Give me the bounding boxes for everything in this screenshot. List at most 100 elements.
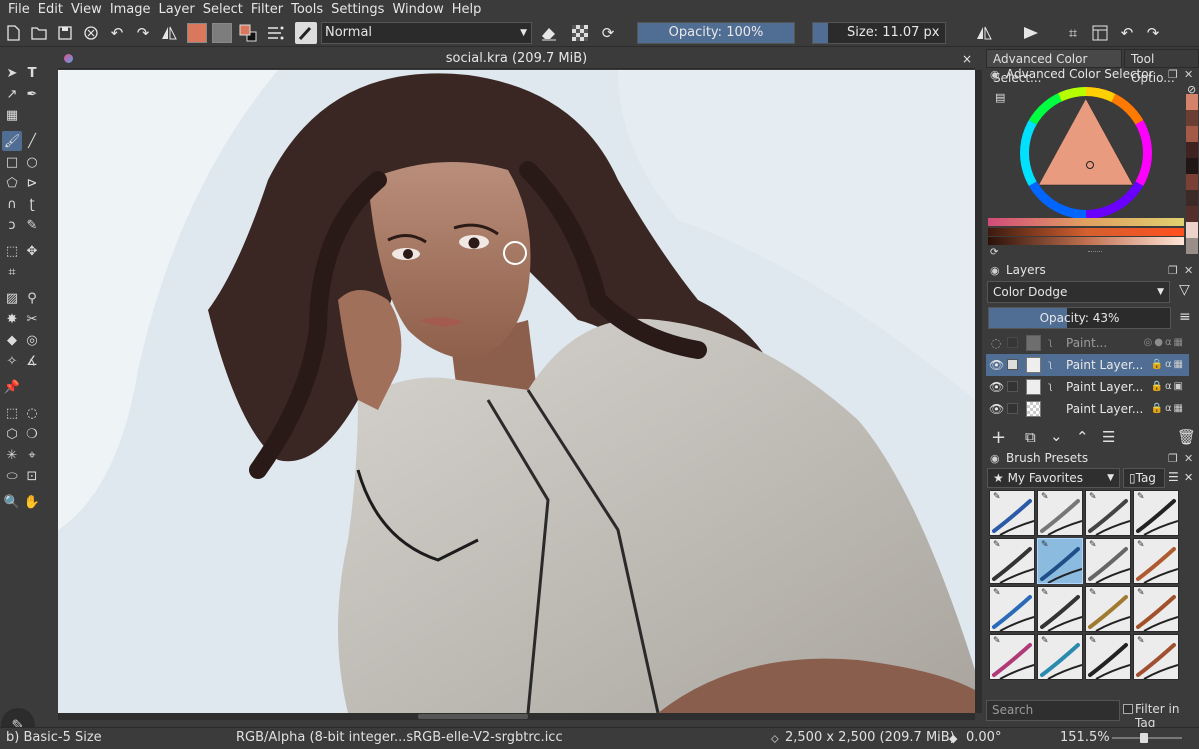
float-icon[interactable]: ❐	[1168, 450, 1178, 467]
layer-properties-icon[interactable]: ☰	[1102, 428, 1115, 446]
crop-tool-icon[interactable]: ⌗	[2, 262, 22, 282]
size-slider[interactable]: Size: 11.07 px	[812, 22, 946, 44]
resize-grip[interactable]	[1088, 251, 1102, 253]
menu-image[interactable]: Image	[106, 0, 155, 19]
filter-in-tag-checkbox[interactable]	[1123, 704, 1133, 714]
document-tab[interactable]: social.kra (209.7 MiB) ×	[58, 49, 975, 69]
elliptical-selection-tool-icon[interactable]: ◌	[22, 403, 42, 423]
contiguous-selection-tool-icon[interactable]: ✳	[2, 445, 22, 465]
brush-preset-thumbnail[interactable]: ✎	[1037, 586, 1083, 632]
brush-preset-thumbnail[interactable]: ✎	[1085, 490, 1131, 536]
layer-checkbox[interactable]	[1007, 381, 1018, 392]
brush-preset-thumbnail[interactable]: ✎	[1037, 634, 1083, 680]
layer-row[interactable]: ◌ ʅ Paint... ◎●α▦	[986, 332, 1189, 354]
hue-slider[interactable]	[988, 218, 1184, 226]
menu-settings[interactable]: Settings	[327, 0, 388, 19]
brush-preset-thumbnail[interactable]: ✎	[989, 538, 1035, 584]
polyline-tool-icon[interactable]: ⊳	[22, 173, 42, 193]
menu-filter[interactable]: Filter	[247, 0, 287, 19]
reload-preset-icon[interactable]: ⟳	[597, 22, 619, 44]
move-layer-down-icon[interactable]: ⌄	[1050, 427, 1063, 445]
text-tool-icon[interactable]: T	[22, 63, 42, 83]
hamburger-menu-icon[interactable]: ≡	[1179, 309, 1191, 325]
visible-eye-icon[interactable]: 👁	[989, 354, 1004, 376]
pattern-swatch[interactable]	[212, 23, 232, 43]
recent-color-swatch[interactable]	[1186, 126, 1198, 142]
horizontal-mirror-icon[interactable]	[973, 22, 995, 44]
rectangle-tool-icon[interactable]: □	[2, 152, 22, 172]
layer-properties-icons[interactable]: 🔒α▦	[1151, 354, 1186, 376]
layer-row[interactable]: 👁 Paint Layer... 🔒α▦	[986, 398, 1189, 420]
magnetic-selection-tool-icon[interactable]: ⊡	[22, 466, 42, 486]
layer-properties-icons[interactable]: 🔒α▣	[1151, 376, 1186, 398]
smart-patch-tool-icon[interactable]: ✂	[22, 309, 42, 329]
calligraphy-tool-icon[interactable]: ✒	[22, 84, 42, 104]
visible-eye-icon[interactable]: 👁	[989, 376, 1004, 398]
gradient-tool-icon[interactable]: ▨	[2, 288, 22, 308]
freehand-brush-tool-icon[interactable]: 🖌	[2, 131, 22, 151]
close-document-icon[interactable]: ×	[962, 49, 972, 69]
undo-icon-right[interactable]: ↶	[1116, 22, 1138, 44]
gradient-swatch[interactable]	[187, 23, 207, 43]
bezier-tool-icon[interactable]: ∩	[2, 194, 22, 214]
layer-row[interactable]: 👁 ʅ Paint Layer... 🔒α▣	[986, 376, 1189, 398]
dynamic-brush-tool-icon[interactable]: ↄ	[2, 215, 22, 235]
workspace-icon[interactable]	[1089, 22, 1111, 44]
layer-properties-icons[interactable]: 🔒α▦	[1151, 398, 1186, 420]
recent-color-swatch[interactable]	[1186, 222, 1198, 238]
zoom-slider-handle[interactable]	[1140, 733, 1148, 743]
brush-preset-thumbnail[interactable]: ✎	[1085, 538, 1131, 584]
color-wheel[interactable]	[1018, 85, 1154, 221]
assistant-tool-icon[interactable]: ▦	[2, 105, 22, 125]
reload-icon[interactable]	[80, 22, 102, 44]
freehand-selection-tool-icon[interactable]: ❍	[22, 424, 42, 444]
fill-tool-icon[interactable]: ◆	[2, 330, 22, 350]
recent-color-swatch[interactable]	[1186, 190, 1198, 206]
edit-brush-settings-icon[interactable]	[265, 22, 287, 44]
brush-preset-thumbnail[interactable]: ✎	[1133, 538, 1179, 584]
transform-tool-icon[interactable]: ⬚	[2, 241, 22, 261]
brush-preset-thumbnail[interactable]: ✎	[989, 586, 1035, 632]
close-icon[interactable]: ✕	[1184, 66, 1193, 83]
multibrush-tool-icon[interactable]: ✎	[22, 215, 42, 235]
layer-properties-icons[interactable]: ◎●α▦	[1144, 332, 1186, 354]
brush-preset-thumbnail[interactable]: ✎	[1133, 634, 1179, 680]
menu-help[interactable]: Help	[448, 0, 486, 19]
line-tool-icon[interactable]: ╱	[22, 131, 42, 151]
mirror-icon[interactable]	[158, 22, 180, 44]
save-icon[interactable]	[54, 22, 76, 44]
redo-icon-right[interactable]: ↷	[1142, 22, 1164, 44]
duplicate-layer-icon[interactable]: ⧉	[1025, 428, 1036, 446]
bezier-selection-tool-icon[interactable]: ⬭	[2, 466, 22, 486]
delete-layer-icon[interactable]: 🗑	[1177, 428, 1196, 446]
layer-checkbox-checked[interactable]	[1007, 359, 1018, 370]
new-document-icon[interactable]	[2, 22, 24, 44]
float-icon[interactable]: ❐	[1168, 66, 1178, 83]
close-icon[interactable]: ✕	[1184, 262, 1193, 279]
fg-bg-color-icon[interactable]	[237, 22, 259, 44]
visible-eye-icon[interactable]: 👁	[989, 398, 1004, 420]
filter-icon[interactable]: ▽	[1179, 282, 1190, 298]
menu-file[interactable]: File	[4, 0, 34, 19]
freehand-path-tool-icon[interactable]: ʈ	[22, 194, 42, 214]
color-picker-tool-icon[interactable]: ⚲	[22, 288, 42, 308]
menu-view[interactable]: View	[67, 0, 106, 19]
close-icon[interactable]: ✕	[1184, 471, 1193, 484]
enclose-fill-tool-icon[interactable]: ◎	[22, 330, 42, 350]
horizontal-scrollbar[interactable]	[58, 713, 975, 720]
move-layer-up-icon[interactable]: ⌃	[1076, 428, 1089, 446]
undo-icon[interactable]: ↶	[106, 22, 128, 44]
float-icon[interactable]: ❐	[1168, 262, 1178, 279]
recent-color-swatch[interactable]	[1186, 94, 1198, 110]
hidden-eye-icon[interactable]: ◌	[989, 332, 1003, 354]
blend-mode-select[interactable]: Normal ▼	[321, 22, 532, 44]
recent-color-swatch[interactable]	[1186, 110, 1198, 126]
value-slider[interactable]	[988, 237, 1184, 245]
horizontal-scrollbar-thumb[interactable]	[418, 714, 528, 719]
canvas[interactable]	[58, 70, 975, 713]
saturation-slider[interactable]	[988, 228, 1184, 236]
polygonal-selection-tool-icon[interactable]: ⬡	[2, 424, 22, 444]
edit-shapes-tool-icon[interactable]: ↗	[2, 84, 22, 104]
brush-preset-thumbnail[interactable]: ✎	[989, 490, 1035, 536]
recent-color-swatch[interactable]	[1186, 206, 1198, 222]
